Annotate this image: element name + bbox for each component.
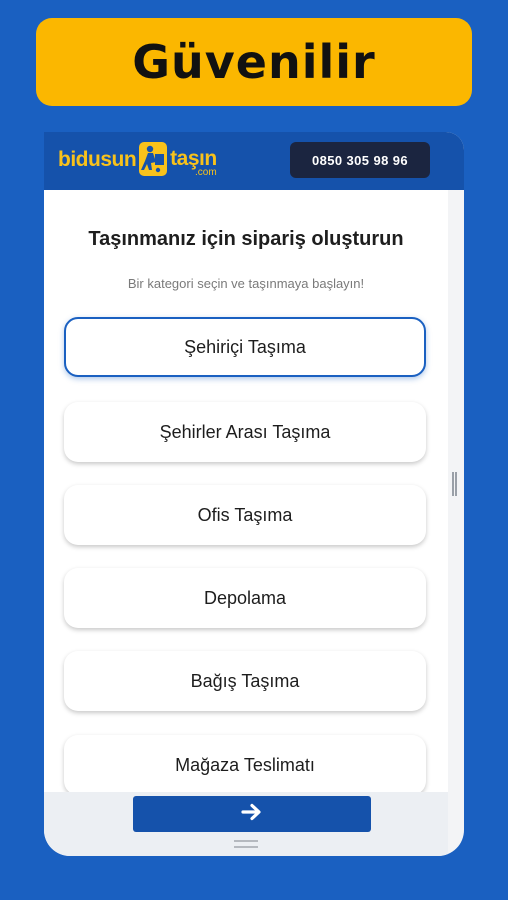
drag-handle[interactable]	[234, 840, 258, 848]
logo-suffix: .com	[195, 167, 217, 178]
logo-text-left: bidusun	[58, 148, 137, 171]
brand-logo[interactable]: bidusun taşın .com	[58, 140, 217, 182]
mover-figure-icon	[138, 140, 168, 178]
category-button-sehirici[interactable]: Şehiriçi Taşıma	[64, 317, 426, 377]
arrow-right-icon	[241, 803, 263, 825]
category-button-sehirler-arasi[interactable]: Şehirler Arası Taşıma	[64, 402, 426, 462]
phone-number-button[interactable]: 0850 305 98 96	[290, 142, 430, 178]
category-button-ofis[interactable]: Ofis Taşıma	[64, 485, 426, 545]
page-subtitle: Bir kategori seçin ve taşınmaya başlayın…	[127, 276, 365, 291]
next-button[interactable]	[133, 796, 371, 832]
banner-text: Güvenilir	[132, 35, 376, 89]
category-button-depolama[interactable]: Depolama	[64, 568, 426, 628]
scrollbar-handle[interactable]	[452, 472, 457, 496]
phone-screen: bidusun taşın .com 0850 305 98 96 Taşınm…	[44, 132, 464, 856]
bottom-bar	[44, 792, 448, 856]
category-panel: Taşınmanız için sipariş oluşturun Bir ka…	[44, 190, 448, 795]
page-title: Taşınmanız için sipariş oluşturun	[88, 228, 404, 250]
logo-text-right: taşın	[170, 147, 217, 170]
category-button-bagis[interactable]: Bağış Taşıma	[64, 651, 426, 711]
promo-banner: Güvenilir	[36, 18, 472, 106]
category-button-magaza[interactable]: Mağaza Teslimatı	[64, 735, 426, 795]
app-header: bidusun taşın .com 0850 305 98 96	[44, 132, 464, 190]
